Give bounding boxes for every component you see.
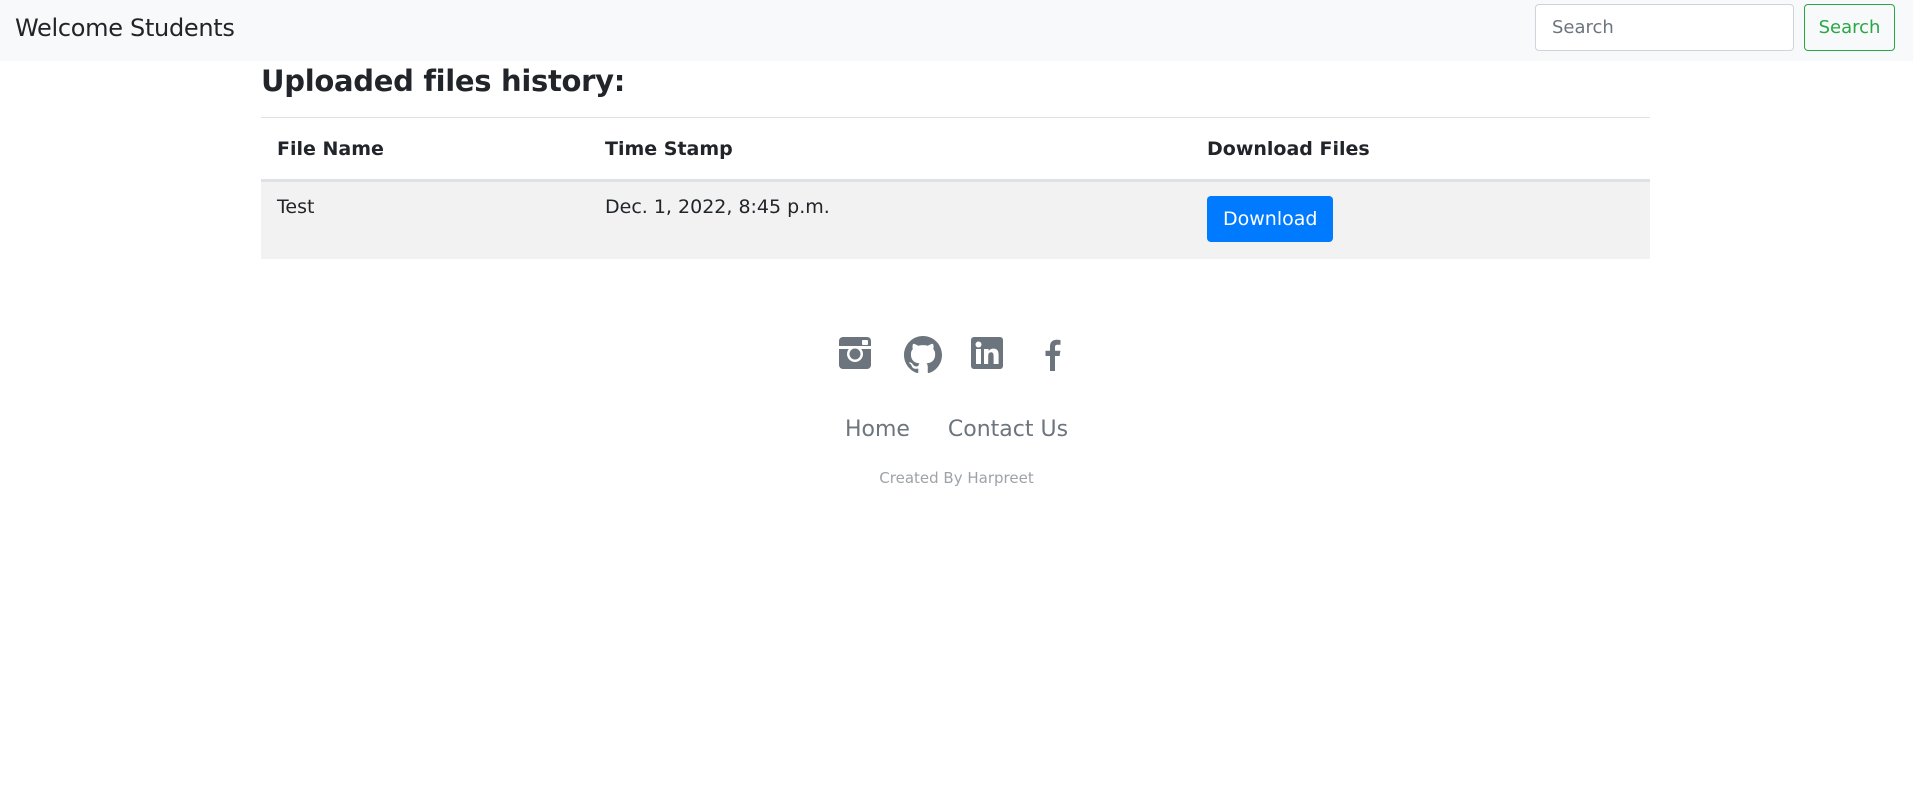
table-row: Test Dec. 1, 2022, 8:45 p.m. Download <box>261 180 1650 259</box>
linkedin-icon <box>971 337 1003 369</box>
footer-links: Home Contact Us <box>0 415 1913 445</box>
cell-timestamp: Dec. 1, 2022, 8:45 p.m. <box>589 180 1191 259</box>
table-header-row: File Name Time Stamp Download Files <box>261 117 1650 182</box>
navbar: Welcome Students Search <box>0 0 1913 61</box>
linkedin-link[interactable] <box>970 336 1036 376</box>
instagram-link[interactable] <box>838 336 904 376</box>
cell-file-name: Test <box>261 180 589 259</box>
cell-download: Download <box>1191 180 1650 259</box>
download-button[interactable]: Download <box>1207 196 1334 242</box>
github-icon <box>904 336 942 374</box>
column-header-time-stamp: Time Stamp <box>589 117 1191 182</box>
facebook-icon <box>1045 339 1061 371</box>
footer-link-contact-us[interactable]: Contact Us <box>948 417 1068 442</box>
footer-link-home[interactable]: Home <box>845 417 910 442</box>
page-title: Uploaded files history: <box>261 64 626 98</box>
social-links <box>838 336 1102 376</box>
instagram-icon <box>839 337 871 369</box>
github-link[interactable] <box>904 336 970 376</box>
footer-credit: Created By Harpreet <box>879 469 1034 487</box>
files-table-container: File Name Time Stamp Download Files Test… <box>261 117 1650 259</box>
files-table: File Name Time Stamp Download Files Test… <box>261 117 1650 259</box>
search-button[interactable]: Search <box>1804 4 1895 51</box>
column-header-file-name: File Name <box>261 117 589 182</box>
facebook-link[interactable] <box>1036 336 1102 376</box>
search-input[interactable] <box>1535 4 1794 51</box>
column-header-download-files: Download Files <box>1191 117 1650 182</box>
brand-link[interactable]: Welcome Students <box>15 13 235 43</box>
